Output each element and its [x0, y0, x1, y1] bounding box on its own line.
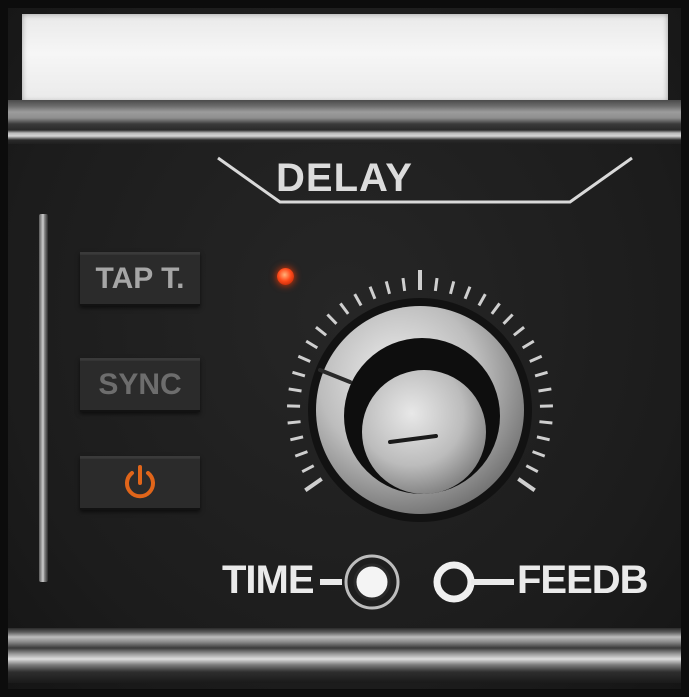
delay-module-panel: DELAY TAP T. SYNC TIME FEEDB	[0, 0, 689, 697]
knob-scale-tick	[477, 293, 487, 307]
side-rail	[39, 214, 48, 582]
time-knob[interactable]	[250, 250, 590, 540]
knob-scale-tick	[301, 464, 315, 474]
knob-scale-tick	[529, 354, 543, 363]
knob-scale-tick	[536, 435, 550, 442]
knob-scale-tick	[512, 325, 525, 337]
knob-scale-tick	[490, 302, 501, 315]
knob-scale-tick	[538, 387, 552, 393]
display-screen	[22, 14, 668, 102]
knob-scale-tick	[517, 477, 536, 492]
knob-scale-tick	[384, 280, 391, 295]
knob-scale-tick	[339, 302, 350, 315]
knob-cap	[362, 370, 486, 494]
knob-scale-tick	[353, 293, 363, 307]
knob-scale-tick	[401, 277, 407, 292]
knob-scale-tick	[292, 370, 306, 378]
knob-scale-tick	[433, 277, 439, 292]
time-position-dot[interactable]	[353, 563, 391, 601]
knob-scale-tick	[305, 339, 319, 350]
knob-scale-tick	[502, 313, 514, 325]
knob-scale-tick	[534, 370, 548, 378]
top-trim	[8, 100, 681, 144]
power-icon	[125, 465, 155, 499]
bottom-trim	[8, 628, 681, 683]
knob-scale-tick	[449, 280, 456, 295]
knob-scale-tick	[290, 435, 304, 442]
feedback-position-dot[interactable]	[433, 561, 475, 603]
knob-scale-tick	[326, 313, 338, 325]
knob-scale-tick	[294, 450, 308, 458]
knob-scale-tick	[287, 420, 301, 425]
feedback-label: FEEDB	[517, 558, 649, 602]
sync-button[interactable]: SYNC	[80, 358, 200, 412]
knob-scale-tick	[532, 450, 546, 458]
time-feedback-switch[interactable]	[318, 552, 518, 612]
knob-scale-tick	[297, 354, 311, 363]
knob-scale-tick	[315, 325, 328, 337]
knob-scale-tick	[521, 339, 535, 350]
knob-scale-tick	[463, 286, 472, 300]
tap-tempo-button[interactable]: TAP T.	[80, 252, 200, 306]
time-label: TIME	[222, 558, 315, 602]
knob-scale-tick	[525, 464, 539, 474]
knob-scale-tick	[539, 420, 553, 425]
knob-scale-tick	[304, 477, 323, 492]
knob-scale-tick	[288, 387, 302, 393]
power-button[interactable]	[80, 456, 200, 510]
module-title: DELAY	[276, 156, 413, 200]
knob-scale-tick	[368, 286, 377, 300]
